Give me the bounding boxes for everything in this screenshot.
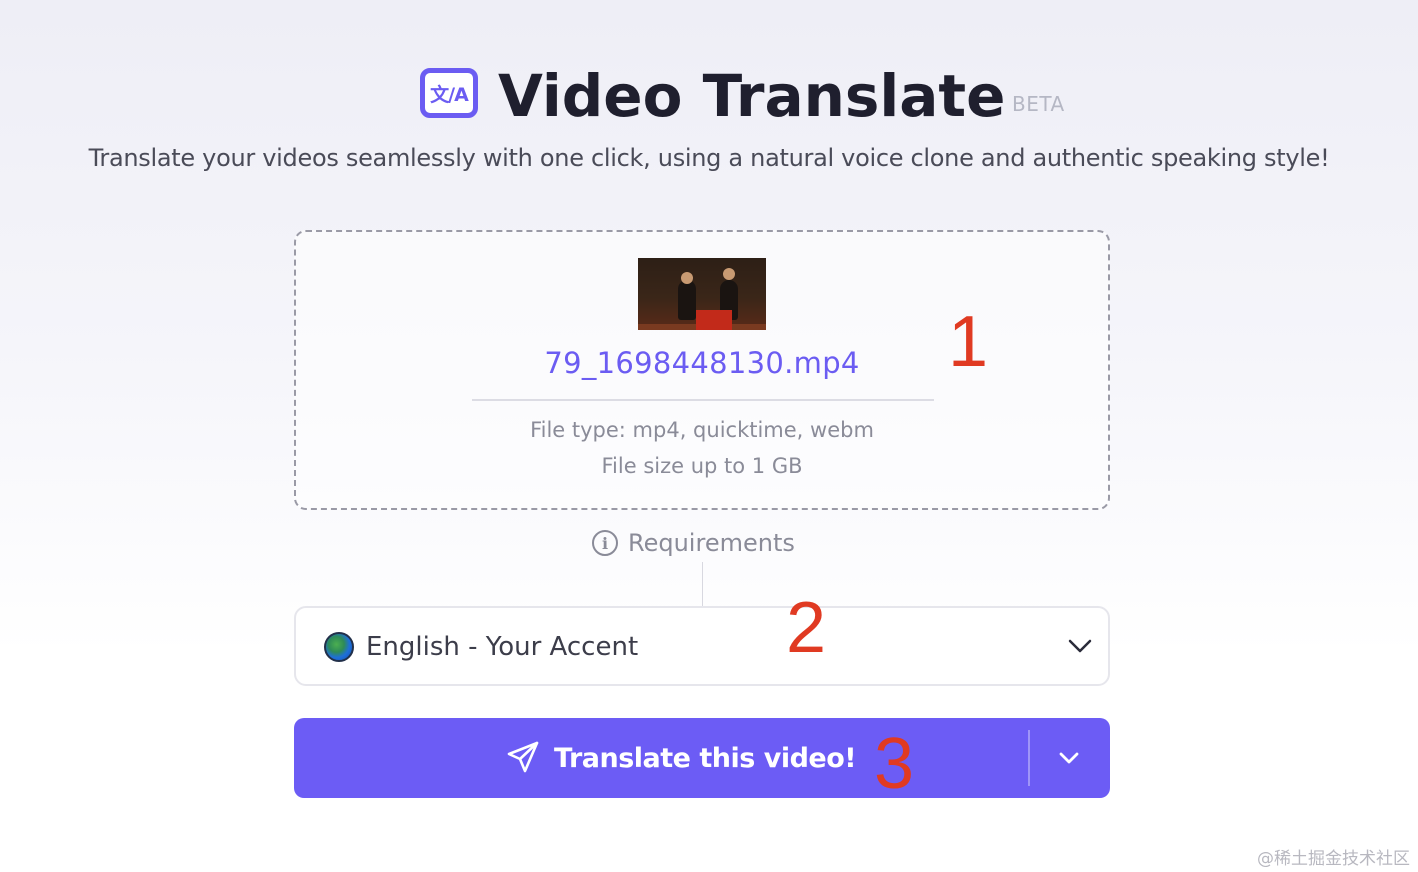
language-select[interactable]: English - Your Accent xyxy=(294,606,1110,686)
file-type-hint: File type: mp4, quicktime, webm xyxy=(530,418,874,442)
watermark: @稀土掘金技术社区 xyxy=(1257,849,1410,869)
page-header: 文/A Video Translate BETA xyxy=(0,60,1418,132)
send-icon xyxy=(507,741,539,773)
file-size-hint: File size up to 1 GB xyxy=(601,454,803,478)
translate-video-button[interactable]: Translate this video! xyxy=(294,718,1110,798)
translate-logo-icon: 文/A xyxy=(420,68,478,118)
annotation-number-3: 3 xyxy=(874,724,915,804)
connector-line xyxy=(702,562,703,606)
logo-text: 文/A xyxy=(430,83,469,106)
requirements-label: Requirements xyxy=(628,529,795,557)
beta-badge: BETA xyxy=(1012,92,1065,116)
selected-language: English - Your Accent xyxy=(366,632,639,662)
globe-icon xyxy=(324,632,354,662)
video-thumbnail xyxy=(638,258,766,330)
file-divider xyxy=(472,399,934,401)
button-split-divider xyxy=(1028,730,1030,786)
annotation-number-1: 1 xyxy=(948,302,989,382)
chevron-down-icon[interactable] xyxy=(1058,748,1080,768)
chevron-down-icon[interactable] xyxy=(1068,636,1092,656)
page-subtitle: Translate your videos seamlessly with on… xyxy=(88,144,1330,172)
page-title: Video Translate xyxy=(498,62,1006,130)
info-icon: i xyxy=(592,530,618,556)
requirements-link[interactable]: i Requirements xyxy=(592,526,795,560)
annotation-number-2: 2 xyxy=(786,588,827,668)
translate-button-label: Translate this video! xyxy=(554,743,857,774)
